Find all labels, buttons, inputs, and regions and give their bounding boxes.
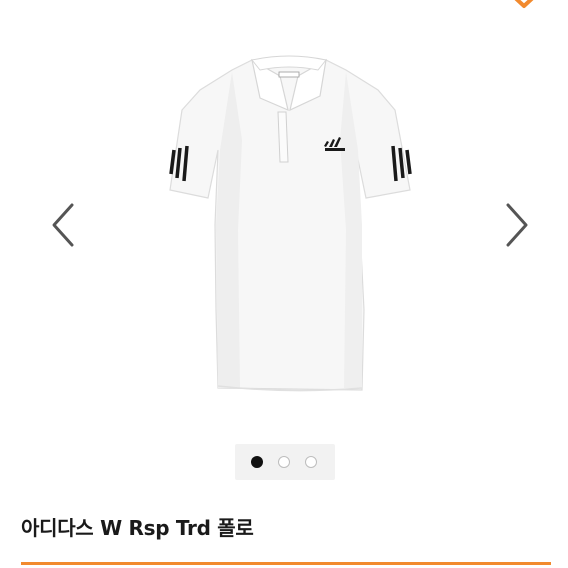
carousel-dot-active[interactable] (251, 456, 263, 468)
carousel-pagination (235, 444, 335, 480)
carousel-dot[interactable] (305, 456, 317, 468)
accent-divider (21, 562, 551, 565)
carousel-dot[interactable] (278, 456, 290, 468)
chevron-left-icon[interactable] (42, 195, 82, 255)
product-image-carousel[interactable] (0, 0, 568, 490)
product-image (169, 55, 412, 392)
chevron-right-icon[interactable] (498, 195, 538, 255)
product-title: 아디다스 W Rsp Trd 폴로 (21, 516, 254, 540)
